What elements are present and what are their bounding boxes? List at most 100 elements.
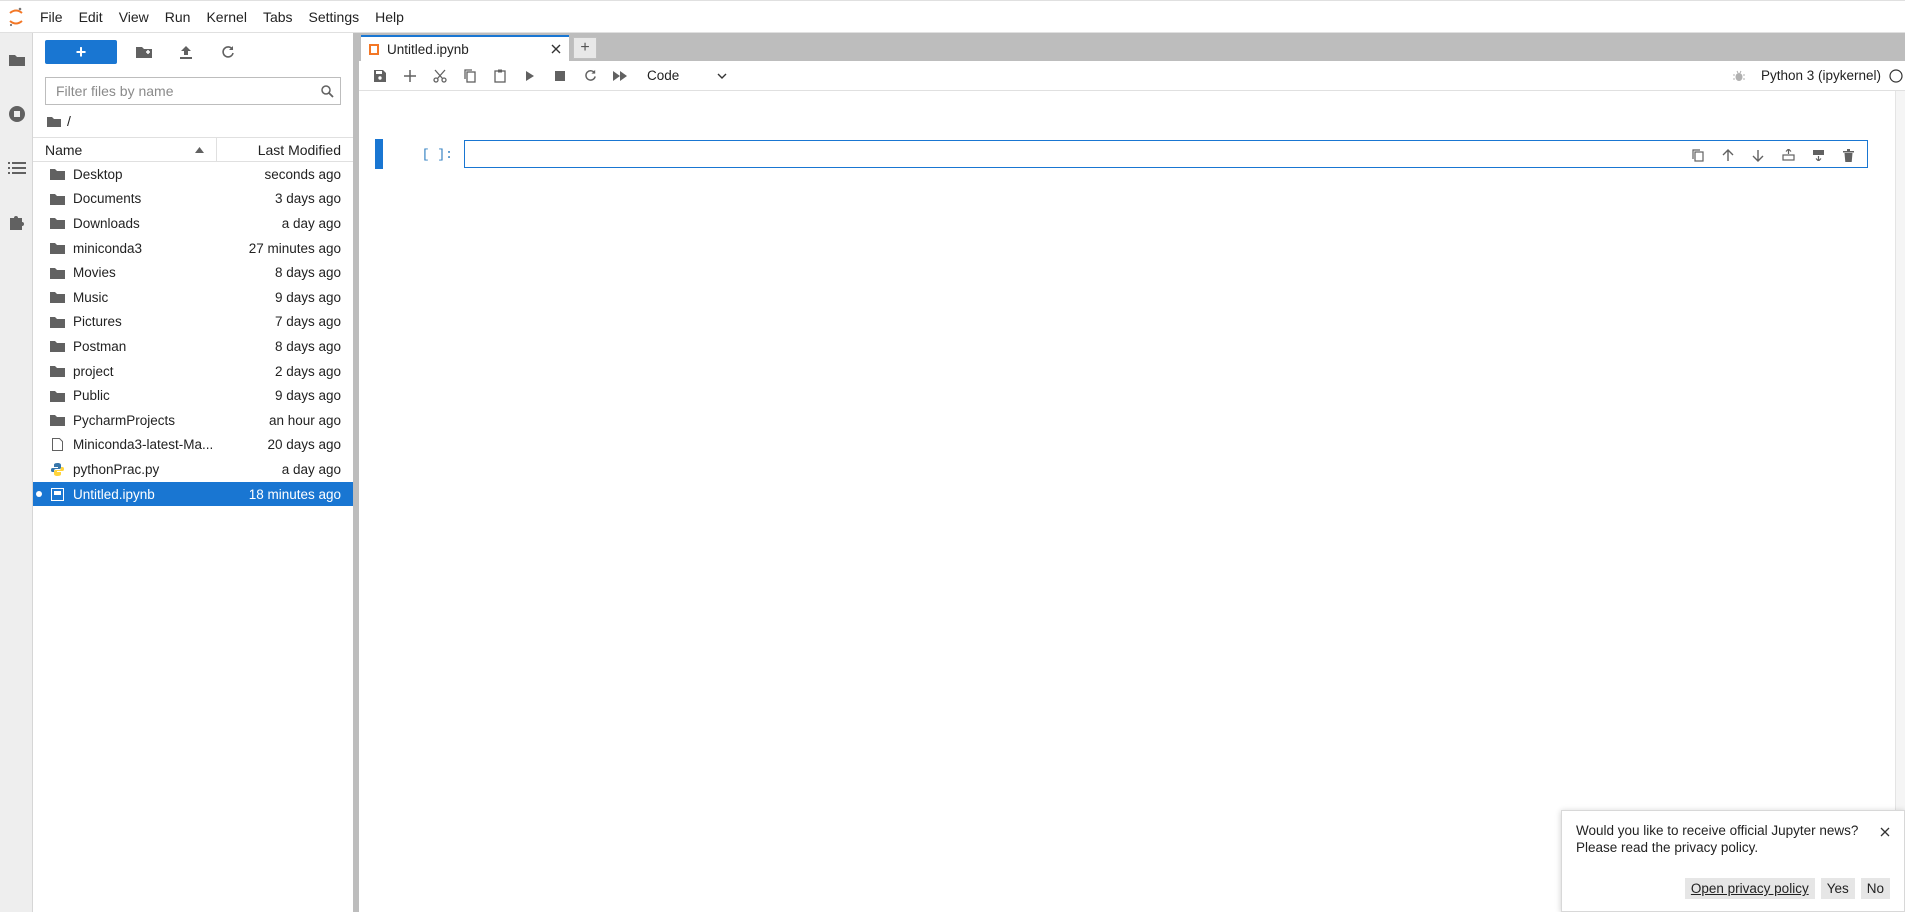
file-row[interactable]: Downloads a day ago [33, 211, 353, 236]
file-row[interactable]: Untitled.ipynb 18 minutes ago [33, 481, 353, 507]
menu-help[interactable]: Help [367, 1, 412, 33]
column-name-label: Name [45, 141, 83, 158]
file-browser-toolbar: + [33, 33, 353, 71]
menu-tabs[interactable]: Tabs [255, 1, 301, 33]
folder-icon [47, 166, 67, 182]
column-name-header[interactable]: Name [33, 137, 217, 162]
move-down-button[interactable] [1743, 143, 1773, 167]
cut-button[interactable] [425, 64, 455, 88]
folder-icon[interactable] [0, 33, 33, 87]
breadcrumb-root[interactable]: / [67, 113, 71, 129]
cell-prompt: [ ]: [421, 146, 453, 162]
duplicate-cell-button[interactable] [1683, 143, 1713, 167]
copy-button[interactable] [455, 64, 485, 88]
new-launcher-button[interactable]: + [45, 40, 117, 64]
list-icon[interactable] [0, 141, 33, 195]
open-privacy-policy-button[interactable]: Open privacy policy [1684, 878, 1815, 899]
folder-icon [47, 215, 67, 231]
yes-button[interactable]: Yes [1820, 878, 1855, 899]
python-file-icon [47, 461, 67, 477]
restart-run-all-button[interactable] [605, 64, 635, 88]
puzzle-icon[interactable] [0, 195, 33, 249]
kernel-area: Python 3 (ipykernel) [1732, 68, 1905, 83]
notification-line-1: Would you like to receive official Jupyt… [1576, 823, 1859, 838]
file-row[interactable]: Music 9 days ago [33, 285, 353, 310]
file-row[interactable]: Documents 3 days ago [33, 187, 353, 212]
menu-file[interactable]: File [32, 1, 71, 33]
kernel-name[interactable]: Python 3 (ipykernel) [1761, 68, 1881, 83]
menu-edit[interactable]: Edit [71, 1, 111, 33]
insert-cell-button[interactable] [395, 64, 425, 88]
notification-message: Would you like to receive official Jupyt… [1576, 823, 1866, 856]
plus-icon [404, 69, 416, 82]
file-row[interactable]: project 2 days ago [33, 359, 353, 384]
file-modified: 18 minutes ago [248, 486, 341, 502]
notebook-scrollbar[interactable] [1895, 91, 1905, 841]
file-row[interactable]: Postman 8 days ago [33, 334, 353, 359]
bug-icon[interactable] [1732, 70, 1745, 82]
stop-circle-icon[interactable] [0, 87, 33, 141]
file-filter-box [45, 77, 341, 105]
menu-run[interactable]: Run [157, 1, 199, 33]
search-icon [314, 78, 340, 104]
folder-icon [47, 265, 67, 281]
insert-below-button[interactable] [1803, 143, 1833, 167]
cell-input-editor[interactable] [464, 140, 1868, 168]
folder-icon [47, 388, 67, 404]
folder-icon [47, 289, 67, 305]
cell-collapser[interactable] [375, 139, 383, 169]
file-row[interactable]: miniconda3 27 minutes ago [33, 236, 353, 261]
tab-untitled-notebook[interactable]: Untitled.ipynb [361, 35, 569, 61]
no-button[interactable]: No [1860, 878, 1890, 899]
file-modified: 3 days ago [274, 191, 341, 207]
menu-bar: File Edit View Run Kernel Tabs Settings … [0, 0, 1905, 33]
file-modified: 9 days ago [274, 289, 341, 305]
interrupt-button[interactable] [545, 64, 575, 88]
file-row[interactable]: Public 9 days ago [33, 383, 353, 408]
move-up-button[interactable] [1713, 143, 1743, 167]
save-button[interactable] [365, 64, 395, 88]
refresh-button[interactable] [213, 40, 243, 64]
upload-button[interactable] [171, 40, 201, 64]
menu-view[interactable]: View [111, 1, 157, 33]
kernel-status-icon [1889, 68, 1903, 83]
file-row[interactable]: PycharmProjects an hour ago [33, 408, 353, 433]
file-modified: 8 days ago [274, 338, 341, 354]
file-row[interactable]: Movies 8 days ago [33, 260, 353, 285]
insert-above-button[interactable] [1773, 143, 1803, 167]
file-row[interactable]: Desktop seconds ago [33, 162, 353, 187]
notebook-icon [369, 43, 379, 55]
menu-kernel[interactable]: Kernel [198, 1, 254, 33]
file-name: Documents [73, 191, 142, 207]
file-modified: a day ago [281, 461, 341, 477]
close-icon[interactable] [545, 38, 567, 60]
cell-type-dropdown[interactable]: Code [647, 68, 727, 83]
file-row[interactable]: Miniconda3-latest-Ma... 20 days ago [33, 433, 353, 458]
new-folder-button[interactable] [129, 40, 159, 64]
file-row[interactable]: Pictures 7 days ago [33, 310, 353, 335]
save-icon [374, 69, 386, 82]
file-name: Movies [73, 265, 116, 281]
refresh-icon [222, 46, 234, 58]
file-row[interactable]: pythonPrac.py a day ago [33, 457, 353, 482]
menu-settings[interactable]: Settings [301, 1, 368, 33]
code-cell[interactable]: [ ]: [375, 139, 1868, 169]
run-button[interactable] [515, 64, 545, 88]
delete-cell-button[interactable] [1833, 143, 1863, 167]
file-name: PycharmProjects [73, 412, 176, 428]
home-folder-icon[interactable] [47, 116, 61, 127]
paste-button[interactable] [485, 64, 515, 88]
file-name: pythonPrac.py [73, 461, 160, 477]
duplicate-icon [1692, 148, 1704, 162]
column-modified-header[interactable]: Last Modified [217, 142, 353, 158]
add-tab-button[interactable]: + [573, 37, 597, 59]
activity-bar [0, 33, 33, 912]
file-filter-input[interactable] [46, 78, 314, 104]
copy-icon [464, 68, 476, 83]
restart-button[interactable] [575, 64, 605, 88]
file-name: Pictures [73, 314, 122, 330]
close-icon[interactable] [1876, 823, 1894, 841]
trash-icon [1842, 148, 1854, 162]
notebook-toolbar: Code Python 3 (ipykernel) [359, 61, 1905, 91]
file-modified: 20 days ago [267, 437, 341, 453]
